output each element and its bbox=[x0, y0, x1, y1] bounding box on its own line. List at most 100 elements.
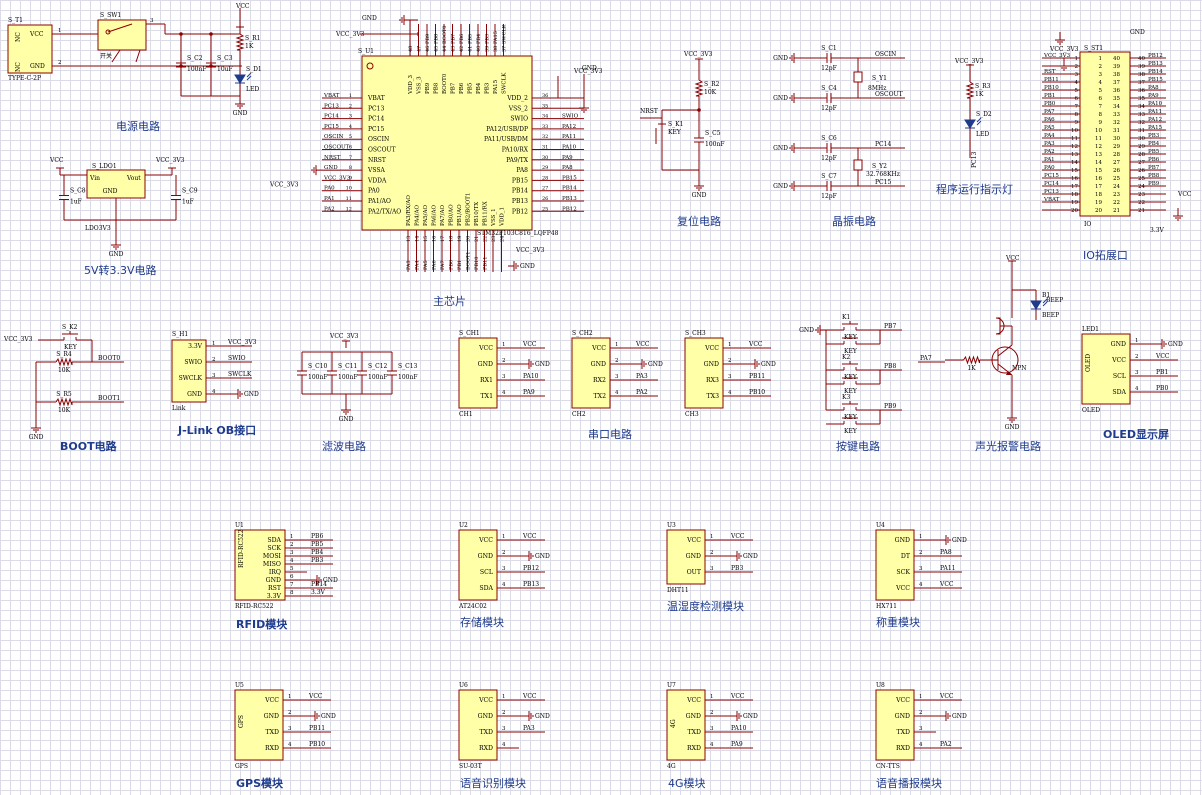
mcu-pin-name: PA8 bbox=[516, 167, 528, 174]
io-header-body bbox=[1079, 51, 1131, 217]
net-label: PB8 bbox=[434, 34, 440, 44]
net-label: PB4 bbox=[311, 549, 323, 556]
mcu-pin-name: VDD_2 bbox=[506, 95, 528, 102]
mcu-pin-name: PA12/USB/DP bbox=[486, 126, 528, 133]
ground-label: GND bbox=[743, 553, 758, 560]
net-label: VCC bbox=[730, 693, 745, 700]
mcu-pin-name: PB4 bbox=[476, 82, 482, 94]
net-label: PB13 bbox=[1148, 61, 1163, 67]
ground-label: GND bbox=[244, 391, 259, 398]
mcu-pin-number: 19 bbox=[457, 236, 463, 242]
pin-name: VCC bbox=[264, 697, 279, 704]
module-part: CH3 bbox=[685, 411, 699, 418]
capacitor-ref: S_C8 bbox=[70, 188, 86, 195]
mcu-pin-number: 34 bbox=[542, 114, 548, 120]
capacitor-value: 10uF bbox=[217, 66, 233, 73]
pin-name: OUT bbox=[687, 569, 702, 576]
mcu-pin-number: 5 bbox=[349, 134, 352, 140]
mcu-pin-name: PB14 bbox=[512, 188, 528, 195]
net-label: NRST bbox=[324, 155, 341, 161]
mcu-pin-name: PC14 bbox=[368, 116, 384, 123]
net-label: PB15 bbox=[562, 175, 577, 181]
pin-number: 1 bbox=[1075, 56, 1079, 62]
net-label: PB7 bbox=[1148, 165, 1160, 171]
net-label: PB13 bbox=[523, 581, 539, 588]
net-label: PA8 bbox=[940, 549, 952, 556]
mcu-pin-number: 16 bbox=[432, 236, 438, 242]
module-part: GPS bbox=[235, 763, 248, 770]
mcu-pin-number: 13 bbox=[406, 236, 412, 242]
mcu-pin-name: PA5/AO bbox=[423, 205, 429, 226]
pin-name: IRQ bbox=[269, 569, 281, 576]
pin-number: 2 bbox=[1075, 64, 1079, 70]
mcu-pin-number: 30 bbox=[542, 155, 548, 161]
net-label: PA10 bbox=[1148, 101, 1163, 107]
power-label: VCC_3V3 bbox=[3, 336, 33, 343]
ground-label: GND bbox=[362, 15, 377, 22]
pin-number: 2 bbox=[710, 550, 714, 556]
net-label: PA2 bbox=[940, 741, 952, 748]
ldo-ref: S_LDO1 bbox=[92, 163, 117, 170]
caption-mcu: 主芯片 bbox=[433, 295, 466, 308]
net-label: PB4 bbox=[476, 34, 482, 44]
pin-index: 32 bbox=[1113, 120, 1120, 126]
module-part: HX711 bbox=[876, 603, 897, 610]
switch-ref: K2 bbox=[842, 354, 850, 361]
pin-name: VCC bbox=[478, 537, 493, 544]
switch-ref: S_SW1 bbox=[100, 12, 121, 19]
ground-label: GND bbox=[648, 361, 663, 368]
mcu-pin-name: VSS_2 bbox=[508, 105, 528, 112]
net-label: VCC bbox=[939, 693, 954, 700]
net-label: RST bbox=[1044, 69, 1056, 75]
capacitor-ref: S_C4 bbox=[821, 85, 837, 92]
crystal-value: 8MHz bbox=[868, 85, 886, 92]
pin-number: 3 bbox=[710, 566, 714, 572]
mcu-pin-number: 46 bbox=[425, 46, 431, 52]
pin-index: 7 bbox=[1099, 104, 1103, 110]
pin-name: TXD bbox=[897, 729, 911, 736]
net-label: VCC bbox=[522, 341, 537, 348]
pin-index: 38 bbox=[1113, 72, 1120, 78]
mcu-pin-name: PA10/RX bbox=[502, 147, 529, 154]
pin-name: RX3 bbox=[706, 377, 719, 384]
ground-label: GND bbox=[799, 327, 814, 334]
mcu-pin-number: 44 bbox=[442, 46, 448, 52]
mcu-pin-number: 3 bbox=[349, 114, 352, 120]
switch-label: 开关 bbox=[100, 52, 112, 60]
pin-index: 20 bbox=[1095, 208, 1102, 214]
net-label: PB9 bbox=[1148, 181, 1160, 187]
ground-label: GND bbox=[761, 361, 776, 368]
switch-ref: K3 bbox=[842, 394, 850, 401]
pin-number: 12 bbox=[1071, 144, 1078, 150]
net-label: PB1 bbox=[457, 260, 463, 270]
pin-number: 3 bbox=[919, 726, 923, 732]
mcu-pin-name: PB12 bbox=[512, 208, 528, 215]
net-label: PA6 bbox=[1044, 117, 1055, 123]
caption-reset: 复位电路 bbox=[677, 215, 721, 228]
pin-number: 8 bbox=[290, 590, 294, 596]
pin-number: 3 bbox=[615, 374, 619, 380]
pin-number: 28 bbox=[1138, 152, 1145, 158]
pin-number: 27 bbox=[1138, 160, 1145, 166]
capacitor-value: 12pF bbox=[821, 65, 837, 72]
pin-name: SCK bbox=[267, 545, 281, 552]
net-label: PA9 bbox=[731, 741, 743, 748]
pin-number: 4 bbox=[919, 742, 923, 748]
capacitor-value: 100nF bbox=[308, 374, 327, 381]
switch-value: KEY bbox=[844, 428, 858, 435]
net-label: SWIO bbox=[228, 355, 246, 362]
pin-number: 3 bbox=[710, 726, 714, 732]
caption-storage: 存储模块 bbox=[460, 616, 504, 629]
ground-label: GND bbox=[339, 416, 354, 423]
pin-name: GND bbox=[1111, 341, 1126, 348]
mcu-pin-name: PC13 bbox=[368, 105, 384, 112]
power-label: VCC_3V3 bbox=[329, 333, 359, 340]
caption-rfid: RFID模块 bbox=[236, 618, 288, 631]
pin-name: RX2 bbox=[593, 377, 606, 384]
mcu-pin-number: 14 bbox=[415, 236, 421, 242]
pin-index: 3 bbox=[1099, 72, 1103, 78]
crystal-y1 bbox=[853, 71, 863, 83]
transistor-type: NPN bbox=[1012, 365, 1027, 372]
capacitor-ref: S_C12 bbox=[368, 363, 388, 370]
pin-number: 4 bbox=[615, 390, 619, 396]
